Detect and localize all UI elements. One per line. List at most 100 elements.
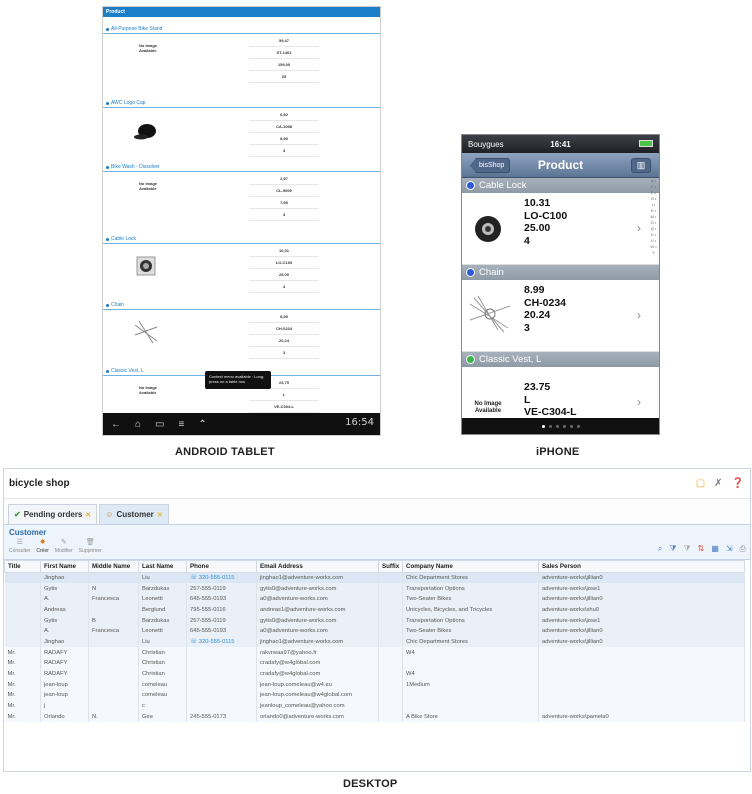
tablet-list-item[interactable]: All-Purpose Bike Stand No Image Available… — [103, 25, 380, 83]
table-row[interactable]: A. Francesca Leonetti 645-555-0193 a0@advent… — [4, 593, 745, 605]
folder-icon[interactable]: ▢ — [696, 478, 705, 489]
table-cell[interactable]: 257-555-0119 — [186, 615, 257, 626]
recent-apps-icon[interactable]: ▭ — [155, 419, 164, 430]
list-item[interactable]: 10.31 LO-C100 25.00 4 › — [462, 193, 659, 265]
close-icon[interactable]: ✕ — [85, 511, 91, 519]
caption-desktop: DESKTOP — [343, 778, 398, 790]
product-field-value: 8.99 — [524, 284, 545, 296]
column-header[interactable]: First Name — [40, 560, 89, 573]
back-icon[interactable]: ← — [111, 419, 121, 430]
table-cell[interactable]: 795-555-0116 — [186, 604, 257, 616]
table-row[interactable]: Andreas Berglund 795-555-0116 andreas1@adve… — [4, 604, 745, 616]
product-title-label: All-Purpose Bike Stand — [111, 26, 163, 32]
column-header[interactable]: Last Name — [138, 560, 187, 573]
create-button[interactable]: ✸ Créer — [36, 539, 49, 554]
table-cell — [88, 658, 139, 669]
table-cell[interactable]: 245-555-0173 — [186, 711, 257, 723]
table-row[interactable]: Mr. j c jeanloup_comeleau@yahoo.com — [4, 700, 745, 712]
table-row[interactable]: Mr. jean-loup comeleau jean-loup.comeleau@w… — [4, 679, 745, 691]
search-icon[interactable]: ⌕ — [658, 544, 662, 554]
table-cell: Mr. — [4, 690, 41, 701]
print-icon[interactable]: ⎙ — [740, 544, 746, 554]
column-header[interactable]: Title — [4, 560, 41, 573]
home-icon[interactable]: ⌂ — [135, 419, 141, 430]
filter-icon[interactable]: ⧩ — [669, 544, 676, 554]
column-header[interactable]: Phone — [186, 560, 257, 573]
table-cell — [4, 615, 41, 626]
list-item[interactable]: 8.99 CH-0234 20.24 3 › — [462, 280, 659, 352]
tablet-list-item[interactable]: Cable Lock 10,31 LO-C100 25,00 4 — [103, 235, 380, 293]
table-row[interactable]: Mr. RADAFY Christian cradafy@w4global.com W4 — [4, 668, 745, 680]
table-cell: W4 — [402, 647, 539, 658]
table-cell — [378, 690, 403, 701]
table-row[interactable]: Gytis N Barzdukas 257-555-0119 gytis0@advent… — [4, 583, 745, 594]
tablet-product-list[interactable]: All-Purpose Bike Stand No Image Available… — [103, 17, 380, 413]
table-cell[interactable]: ☏ 320-555-0115 — [186, 572, 257, 584]
desktop-window: bicycle shop ▢ ✗ ❓ ✔ Pending orders ✕ ☺ … — [3, 468, 751, 772]
customer-table: Title First Name Middle Name Last Name Phone… — [4, 560, 745, 723]
tab-customer[interactable]: ☺ Customer ✕ — [99, 504, 169, 524]
tablet-list-item[interactable]: Bike Wash - Dissolver No Image Available 2… — [103, 163, 380, 221]
table-cell: adventure-works\jillian0 — [538, 636, 745, 648]
column-header[interactable]: Email Address — [256, 560, 379, 573]
table-cell[interactable]: ☏ 320-555-0115 — [186, 636, 257, 648]
book-icon[interactable]: ▥ — [631, 158, 651, 173]
column-header[interactable]: Company Name — [402, 560, 539, 573]
page-dot — [569, 424, 573, 428]
edit-button[interactable]: ✎ Modifier — [55, 539, 73, 554]
table-row[interactable]: Mr. Orlando N. Gee 245-555-0173 orlando0@adve… — [4, 711, 745, 723]
table-cell: Transportation Options — [402, 615, 539, 626]
column-header[interactable]: Suffix — [378, 560, 403, 573]
table-row[interactable]: Mr. RADAFY Christian cradafy@w4global.com — [4, 658, 745, 669]
table-cell — [378, 658, 403, 669]
chevron-right-icon[interactable]: › — [637, 395, 641, 409]
table-cell: orlando0@adventure-works.com — [256, 711, 379, 723]
tools-icon[interactable]: ✗ — [714, 478, 722, 489]
column-header[interactable]: Middle Name — [88, 560, 139, 573]
table-row[interactable]: Gytis B Barzdukas 257-555-0119 gytis0@advent… — [4, 615, 745, 626]
product-title: Cable Lock — [103, 235, 380, 244]
table-row[interactable]: Jinghao Liu ☏ 320-555-0115 jinghao1@adventu… — [4, 572, 745, 584]
delete-button[interactable]: 🗑 Supprimer — [79, 539, 102, 554]
table-cell[interactable]: 257-555-0119 — [186, 583, 257, 594]
tab-pending-orders[interactable]: ✔ Pending orders ✕ — [8, 504, 98, 524]
product-title: Chain — [103, 301, 380, 310]
create-icon: ✸ — [39, 539, 46, 546]
chevron-right-icon[interactable]: › — [637, 308, 641, 322]
menu-icon[interactable]: ≡ — [179, 419, 185, 430]
alphabet-index[interactable]: A • C • E • G • I • K • M • O • Q • S • … — [650, 178, 657, 256]
sort-icon[interactable]: ⇅ — [698, 544, 705, 554]
consult-button[interactable]: ☰ Consulter — [9, 539, 30, 554]
section-header: Classic Vest, L — [462, 352, 659, 367]
table-cell: W4 — [402, 668, 539, 680]
export-icon[interactable]: ⇲ — [726, 544, 733, 554]
table-row[interactable]: Jinghao Liu ☏ 320-555-0115 jinghao1@adventu… — [4, 636, 745, 648]
iphone-product-list[interactable]: Cable Lock 10.31 LO-C100 25.00 4 › Chain 8.99 CH… — [462, 178, 659, 434]
table-cell: Mr. — [4, 700, 41, 712]
column-header[interactable]: Sales Person — [538, 560, 745, 573]
columns-icon[interactable]: ▦ — [711, 544, 719, 554]
tablet-list-item[interactable]: AWC Logo Cap 6,92 CA-1098 8,99 3 — [103, 99, 380, 157]
table-cell: Andreas — [40, 604, 89, 616]
chevron-up-icon[interactable]: ⌃ — [198, 419, 206, 430]
table-cell: A Bike Store — [402, 711, 539, 723]
tablet-list-item[interactable]: Chain 8,99 CH-0234 20,24 3 — [103, 301, 380, 359]
table-cell — [186, 658, 257, 669]
table-row[interactable]: A. Francesca Leonetti 645-555-0193 a0@advent… — [4, 625, 745, 637]
bullet-icon — [106, 101, 109, 105]
table-cell: jean-loup.comeleau@w4.eu — [256, 679, 379, 691]
table-row[interactable]: Mr. jean-loup comeleau jean-loup.comeleau@w… — [4, 690, 745, 701]
table-cell[interactable]: 645-555-0193 — [186, 625, 257, 637]
table-cell — [378, 615, 403, 626]
table-cell: jean-loup — [40, 690, 89, 701]
help-icon[interactable]: ❓ — [732, 478, 744, 489]
table-cell — [88, 604, 139, 616]
table-cell: 1Medium — [402, 679, 539, 691]
table-cell: Liu — [138, 636, 187, 648]
clear-filter-icon[interactable]: ⧩ — [683, 544, 690, 554]
table-cell[interactable]: 645-555-0193 — [186, 593, 257, 605]
table-row[interactable]: Mr. RADAFY Christian rakvrwaa97@yahoo.fr W4 — [4, 647, 745, 658]
chevron-right-icon[interactable]: › — [637, 221, 641, 235]
product-field-value: 7,95 — [249, 197, 319, 209]
close-icon[interactable]: ✕ — [157, 511, 163, 519]
